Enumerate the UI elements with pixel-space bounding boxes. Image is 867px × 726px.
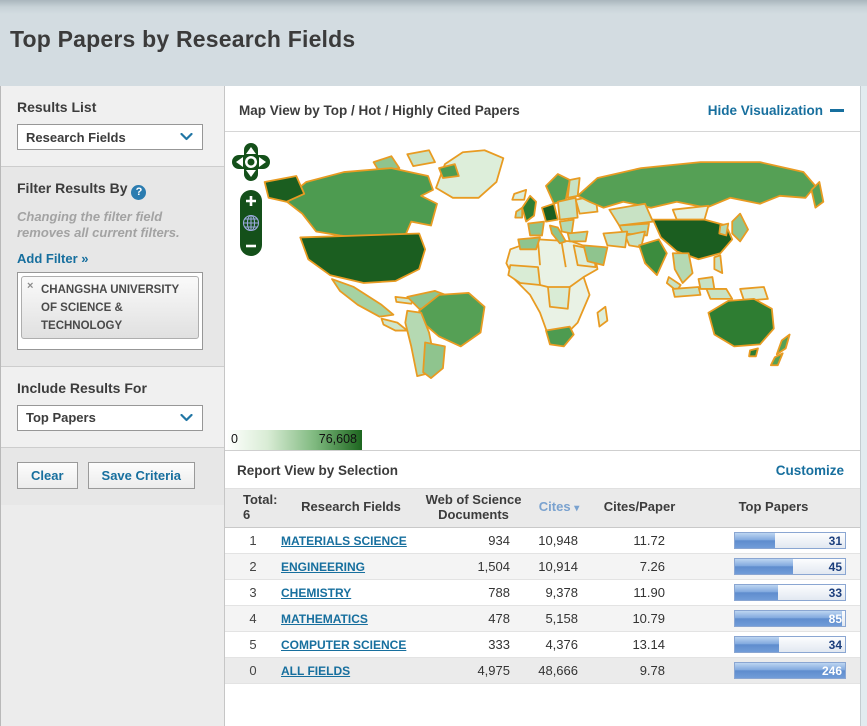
map-container: 0 76,608	[225, 138, 860, 450]
docs-column-header[interactable]: Web of Science Documents	[421, 489, 526, 527]
total-header: Total: 6	[225, 489, 281, 527]
top-papers-bar: 85	[734, 610, 846, 627]
world-map[interactable]	[225, 138, 859, 428]
table-row: 5 COMPUTER SCIENCE 333 4,376 13.14 34	[225, 631, 860, 657]
include-results-dropdown[interactable]: Top Papers	[17, 405, 203, 431]
results-list-label: Results List	[17, 99, 210, 115]
chevron-down-icon	[180, 133, 193, 141]
sidebar: Results List Research Fields Filter Resu…	[0, 86, 225, 726]
chevron-down-icon	[180, 414, 193, 422]
map-color-scale: 0 76,608	[227, 430, 362, 450]
include-results-label: Include Results For	[17, 380, 210, 396]
field-link[interactable]: CHEMISTRY	[281, 587, 351, 600]
top-papers-bar: 246	[734, 662, 846, 679]
field-link[interactable]: ENGINEERING	[281, 561, 365, 574]
main-panel: Map View by Top / Hot / Highly Cited Pap…	[225, 86, 860, 726]
field-link[interactable]: ALL FIELDS	[281, 665, 350, 678]
results-table: Total: 6 Research Fields Web of Science …	[225, 489, 860, 684]
clear-button[interactable]: Clear	[17, 462, 78, 489]
report-header: Report View by Selection Customize	[225, 450, 860, 489]
hide-visualization-link[interactable]: Hide Visualization	[708, 103, 844, 118]
scale-min-label: 0	[231, 432, 238, 446]
filter-chip[interactable]: × CHANGSHA UNIVERSITY OF SCIENCE & TECHN…	[21, 276, 199, 339]
results-list-section: Results List Research Fields	[1, 86, 224, 167]
top-papers-bar: 31	[734, 532, 846, 549]
cites-per-paper-column-header[interactable]: Cites/Paper	[592, 489, 687, 527]
save-criteria-button[interactable]: Save Criteria	[88, 462, 196, 489]
map-pan-control[interactable]	[232, 143, 270, 181]
table-footer-space	[225, 684, 860, 726]
right-gutter	[860, 86, 867, 726]
field-link[interactable]: COMPUTER SCIENCE	[281, 639, 406, 652]
sort-down-icon: ▾	[574, 503, 579, 514]
scale-max-label: 76,608	[319, 432, 357, 446]
table-header-row: Total: 6 Research Fields Web of Science …	[225, 489, 860, 527]
filter-listbox[interactable]: × CHANGSHA UNIVERSITY OF SCIENCE & TECHN…	[17, 272, 203, 350]
cites-column-header[interactable]: Cites ▾	[526, 489, 592, 527]
filter-chip-label: CHANGSHA UNIVERSITY OF SCIENCE & TECHNOL…	[41, 284, 179, 332]
table-row: 2 ENGINEERING 1,504 10,914 7.26 45	[225, 553, 860, 579]
table-row: 4 MATHEMATICS 478 5,158 10.79 85	[225, 605, 860, 631]
include-results-section: Include Results For Top Papers	[1, 367, 224, 448]
top-papers-column-header[interactable]: Top Papers	[687, 489, 860, 527]
filter-section: Filter Results By? Changing the filter f…	[1, 167, 224, 367]
include-results-value: Top Papers	[26, 410, 96, 425]
customize-link[interactable]: Customize	[776, 463, 844, 478]
top-papers-bar: 34	[734, 636, 846, 653]
map-zoom-control[interactable]	[240, 190, 262, 256]
criteria-buttons: Clear Save Criteria	[1, 448, 224, 505]
table-row-all-fields: 0 ALL FIELDS 4,975 48,666 9.78 246	[225, 657, 860, 683]
table-row: 3 CHEMISTRY 788 9,378 11.90 33	[225, 579, 860, 605]
filter-label: Filter Results By?	[17, 180, 210, 200]
fields-column-header[interactable]: Research Fields	[281, 489, 421, 527]
report-view-title: Report View by Selection	[237, 463, 398, 478]
page-title: Top Papers by Research Fields	[10, 26, 867, 53]
results-list-dropdown[interactable]: Research Fields	[17, 124, 203, 150]
remove-filter-icon[interactable]: ×	[27, 280, 33, 292]
add-filter-link[interactable]: Add Filter »	[17, 251, 89, 266]
results-list-value: Research Fields	[26, 130, 126, 145]
sidebar-filler	[1, 505, 224, 726]
help-icon[interactable]: ?	[131, 185, 146, 200]
globe-icon[interactable]	[244, 216, 259, 231]
filter-note: Changing the filter field removes all cu…	[17, 209, 210, 242]
page-header: Top Papers by Research Fields	[0, 0, 867, 86]
top-papers-bar: 33	[734, 584, 846, 601]
field-link[interactable]: MATERIALS SCIENCE	[281, 535, 407, 548]
visualization-header: Map View by Top / Hot / Highly Cited Pap…	[225, 86, 860, 132]
map-view-title: Map View by Top / Hot / Highly Cited Pap…	[239, 103, 520, 118]
table-row: 1 MATERIALS SCIENCE 934 10,948 11.72 31	[225, 527, 860, 553]
top-papers-bar: 45	[734, 558, 846, 575]
field-link[interactable]: MATHEMATICS	[281, 613, 368, 626]
collapse-dash-icon	[830, 109, 844, 112]
